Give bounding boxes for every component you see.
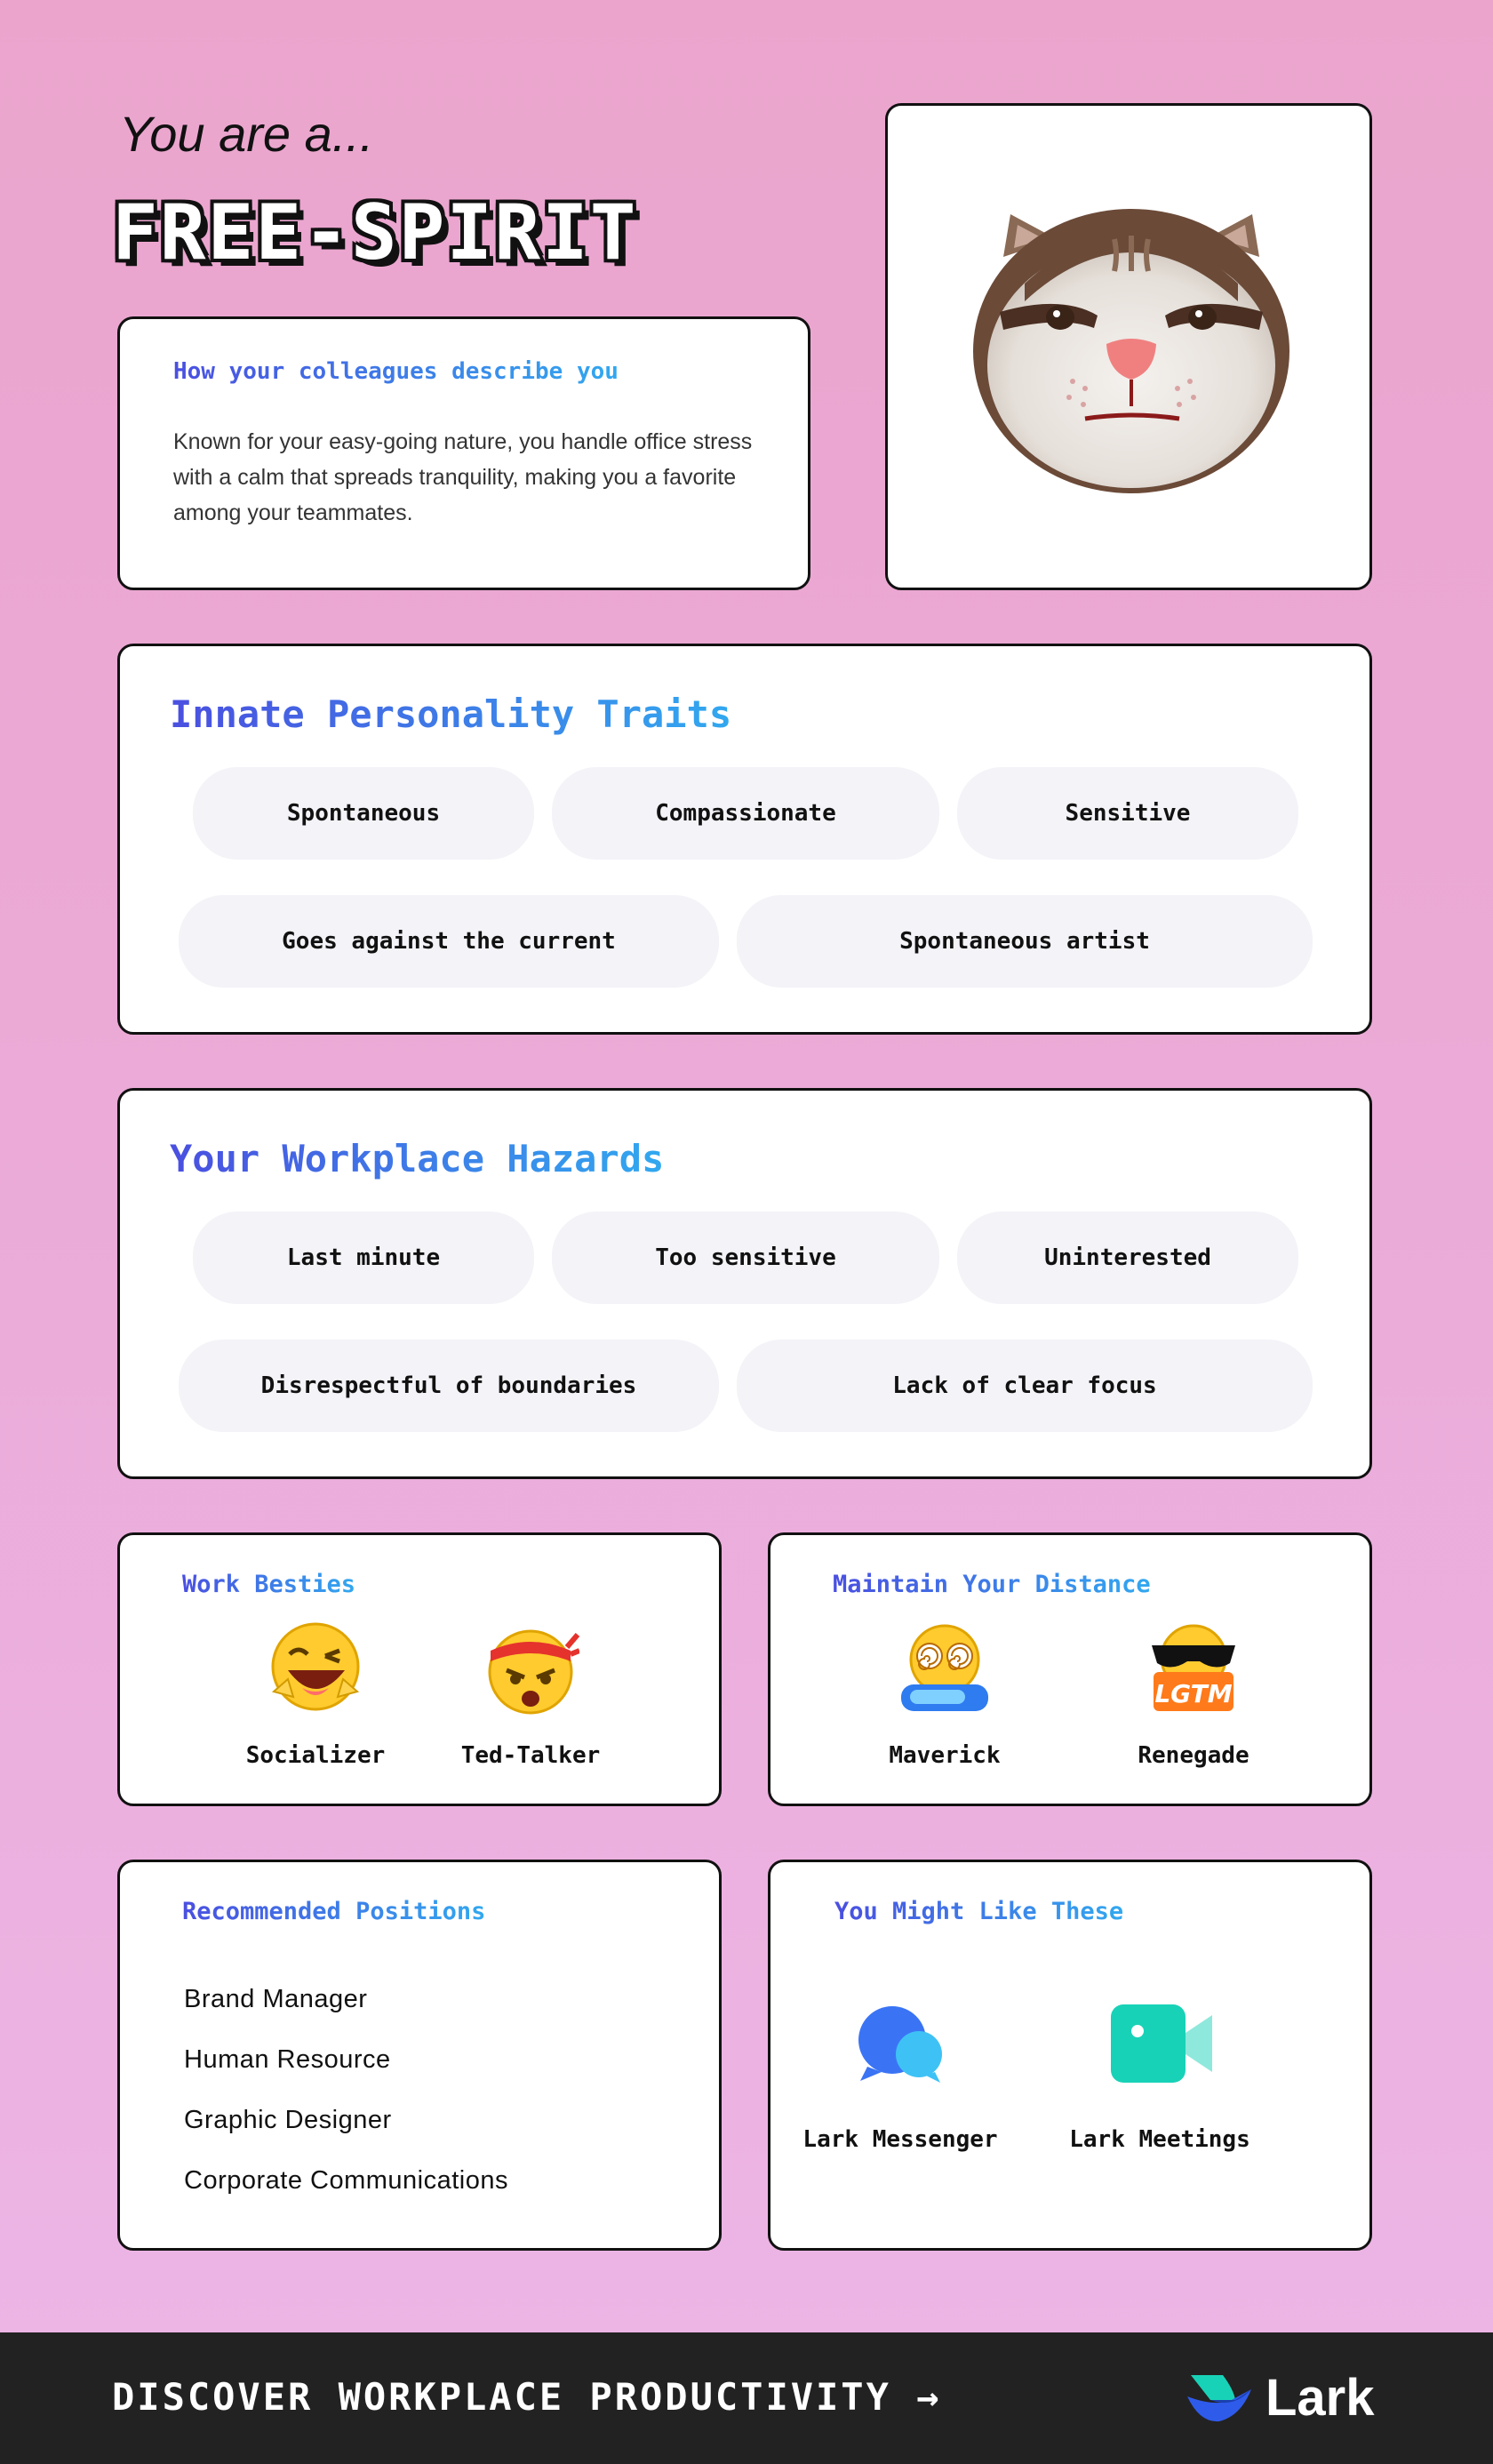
bestie-ted-talker: Ted-Talker	[433, 1620, 628, 1769]
hazard-pill: Too sensitive	[552, 1212, 939, 1304]
besties-card: Work Besties Socializer Ted-Talker	[117, 1532, 722, 1806]
description-body: Known for your easy-going nature, you ha…	[173, 429, 753, 525]
avatar-card	[885, 103, 1372, 590]
app-label: Lark Messenger	[802, 2126, 998, 2153]
bestie-socializer: Socializer	[218, 1620, 413, 1769]
laughing-wink-emoji-icon	[271, 1622, 360, 1711]
position-item: Human Resource	[184, 2045, 391, 2074]
description-card: How your colleagues describe you Known f…	[117, 316, 810, 590]
traits-card: Innate Personality Traits Spontaneous Co…	[117, 644, 1372, 1035]
lark-logo[interactable]: Lark	[1184, 2368, 1375, 2428]
distance-card: Maintain Your Distance Maverick LGTM Ren…	[768, 1532, 1372, 1806]
discover-productivity-link[interactable]: DISCOVER WORKPLACE PRODUCTIVITY →	[112, 2375, 941, 2419]
apps-card: You Might Like These Lark Messenger Lark…	[768, 1860, 1372, 2251]
headband-shouting-emoji-icon	[488, 1629, 581, 1715]
description-title: How your colleagues describe you	[173, 358, 619, 385]
hazard-pill: Disrespectful of boundaries	[179, 1340, 719, 1432]
trait-pill: Goes against the current	[179, 895, 719, 988]
hazards-card: Your Workplace Hazards Last minute Too s…	[117, 1088, 1372, 1479]
hazard-pill: Last minute	[193, 1212, 534, 1304]
trait-pill: Spontaneous	[193, 767, 534, 860]
distance-renegade: LGTM Renegade	[1096, 1620, 1291, 1769]
distance-label: Renegade	[1138, 1742, 1249, 1769]
bestie-label: Ted-Talker	[460, 1742, 601, 1769]
position-item: Corporate Communications	[184, 2166, 508, 2195]
positions-card: Recommended Positions Brand Manager Huma…	[117, 1860, 722, 2251]
personality-type-title: FREE-SPIRIT	[112, 188, 638, 277]
cat-face-icon	[973, 209, 1289, 493]
lark-bird-icon	[1187, 2374, 1251, 2421]
distance-maverick: Maverick	[847, 1620, 1042, 1769]
footer-bar: DISCOVER WORKPLACE PRODUCTIVITY → Lark	[0, 2332, 1493, 2464]
position-item: Brand Manager	[184, 1985, 368, 2013]
hazard-pill: Uninterested	[957, 1212, 1298, 1304]
bestie-label: Socializer	[245, 1742, 386, 1769]
hazard-pill: Lack of clear focus	[737, 1340, 1313, 1432]
video-camera-icon	[1111, 2004, 1212, 2083]
apps-title: You Might Like These	[834, 1898, 1124, 1925]
svg-text:LGTM: LGTM	[1154, 1679, 1232, 1708]
traits-title: Innate Personality Traits	[170, 692, 732, 736]
positions-list: Brand Manager Human Resource Graphic Des…	[184, 1969, 508, 2211]
distance-title: Maintain Your Distance	[833, 1571, 1151, 1598]
positions-title: Recommended Positions	[182, 1898, 486, 1925]
dizzy-eyes-emoji-icon	[901, 1624, 988, 1711]
trait-pill: Compassionate	[552, 767, 939, 860]
trait-pill: Sensitive	[957, 767, 1298, 860]
besties-title: Work Besties	[182, 1571, 356, 1598]
app-lark-messenger[interactable]: Lark Messenger	[767, 2001, 1034, 2153]
intro-text: You are a...	[119, 106, 374, 162]
app-lark-meetings[interactable]: Lark Meetings	[1026, 2001, 1293, 2153]
position-item: Graphic Designer	[184, 2106, 392, 2134]
trait-pill: Spontaneous artist	[737, 895, 1313, 988]
app-label: Lark Meetings	[1069, 2126, 1250, 2153]
lark-wordmark: Lark	[1265, 2369, 1375, 2427]
sunglasses-lgtm-emoji-icon: LGTM	[1152, 1624, 1235, 1711]
messenger-bubbles-icon	[858, 2006, 942, 2083]
hazards-title: Your Workplace Hazards	[170, 1137, 665, 1180]
distance-label: Maverick	[889, 1742, 1001, 1769]
